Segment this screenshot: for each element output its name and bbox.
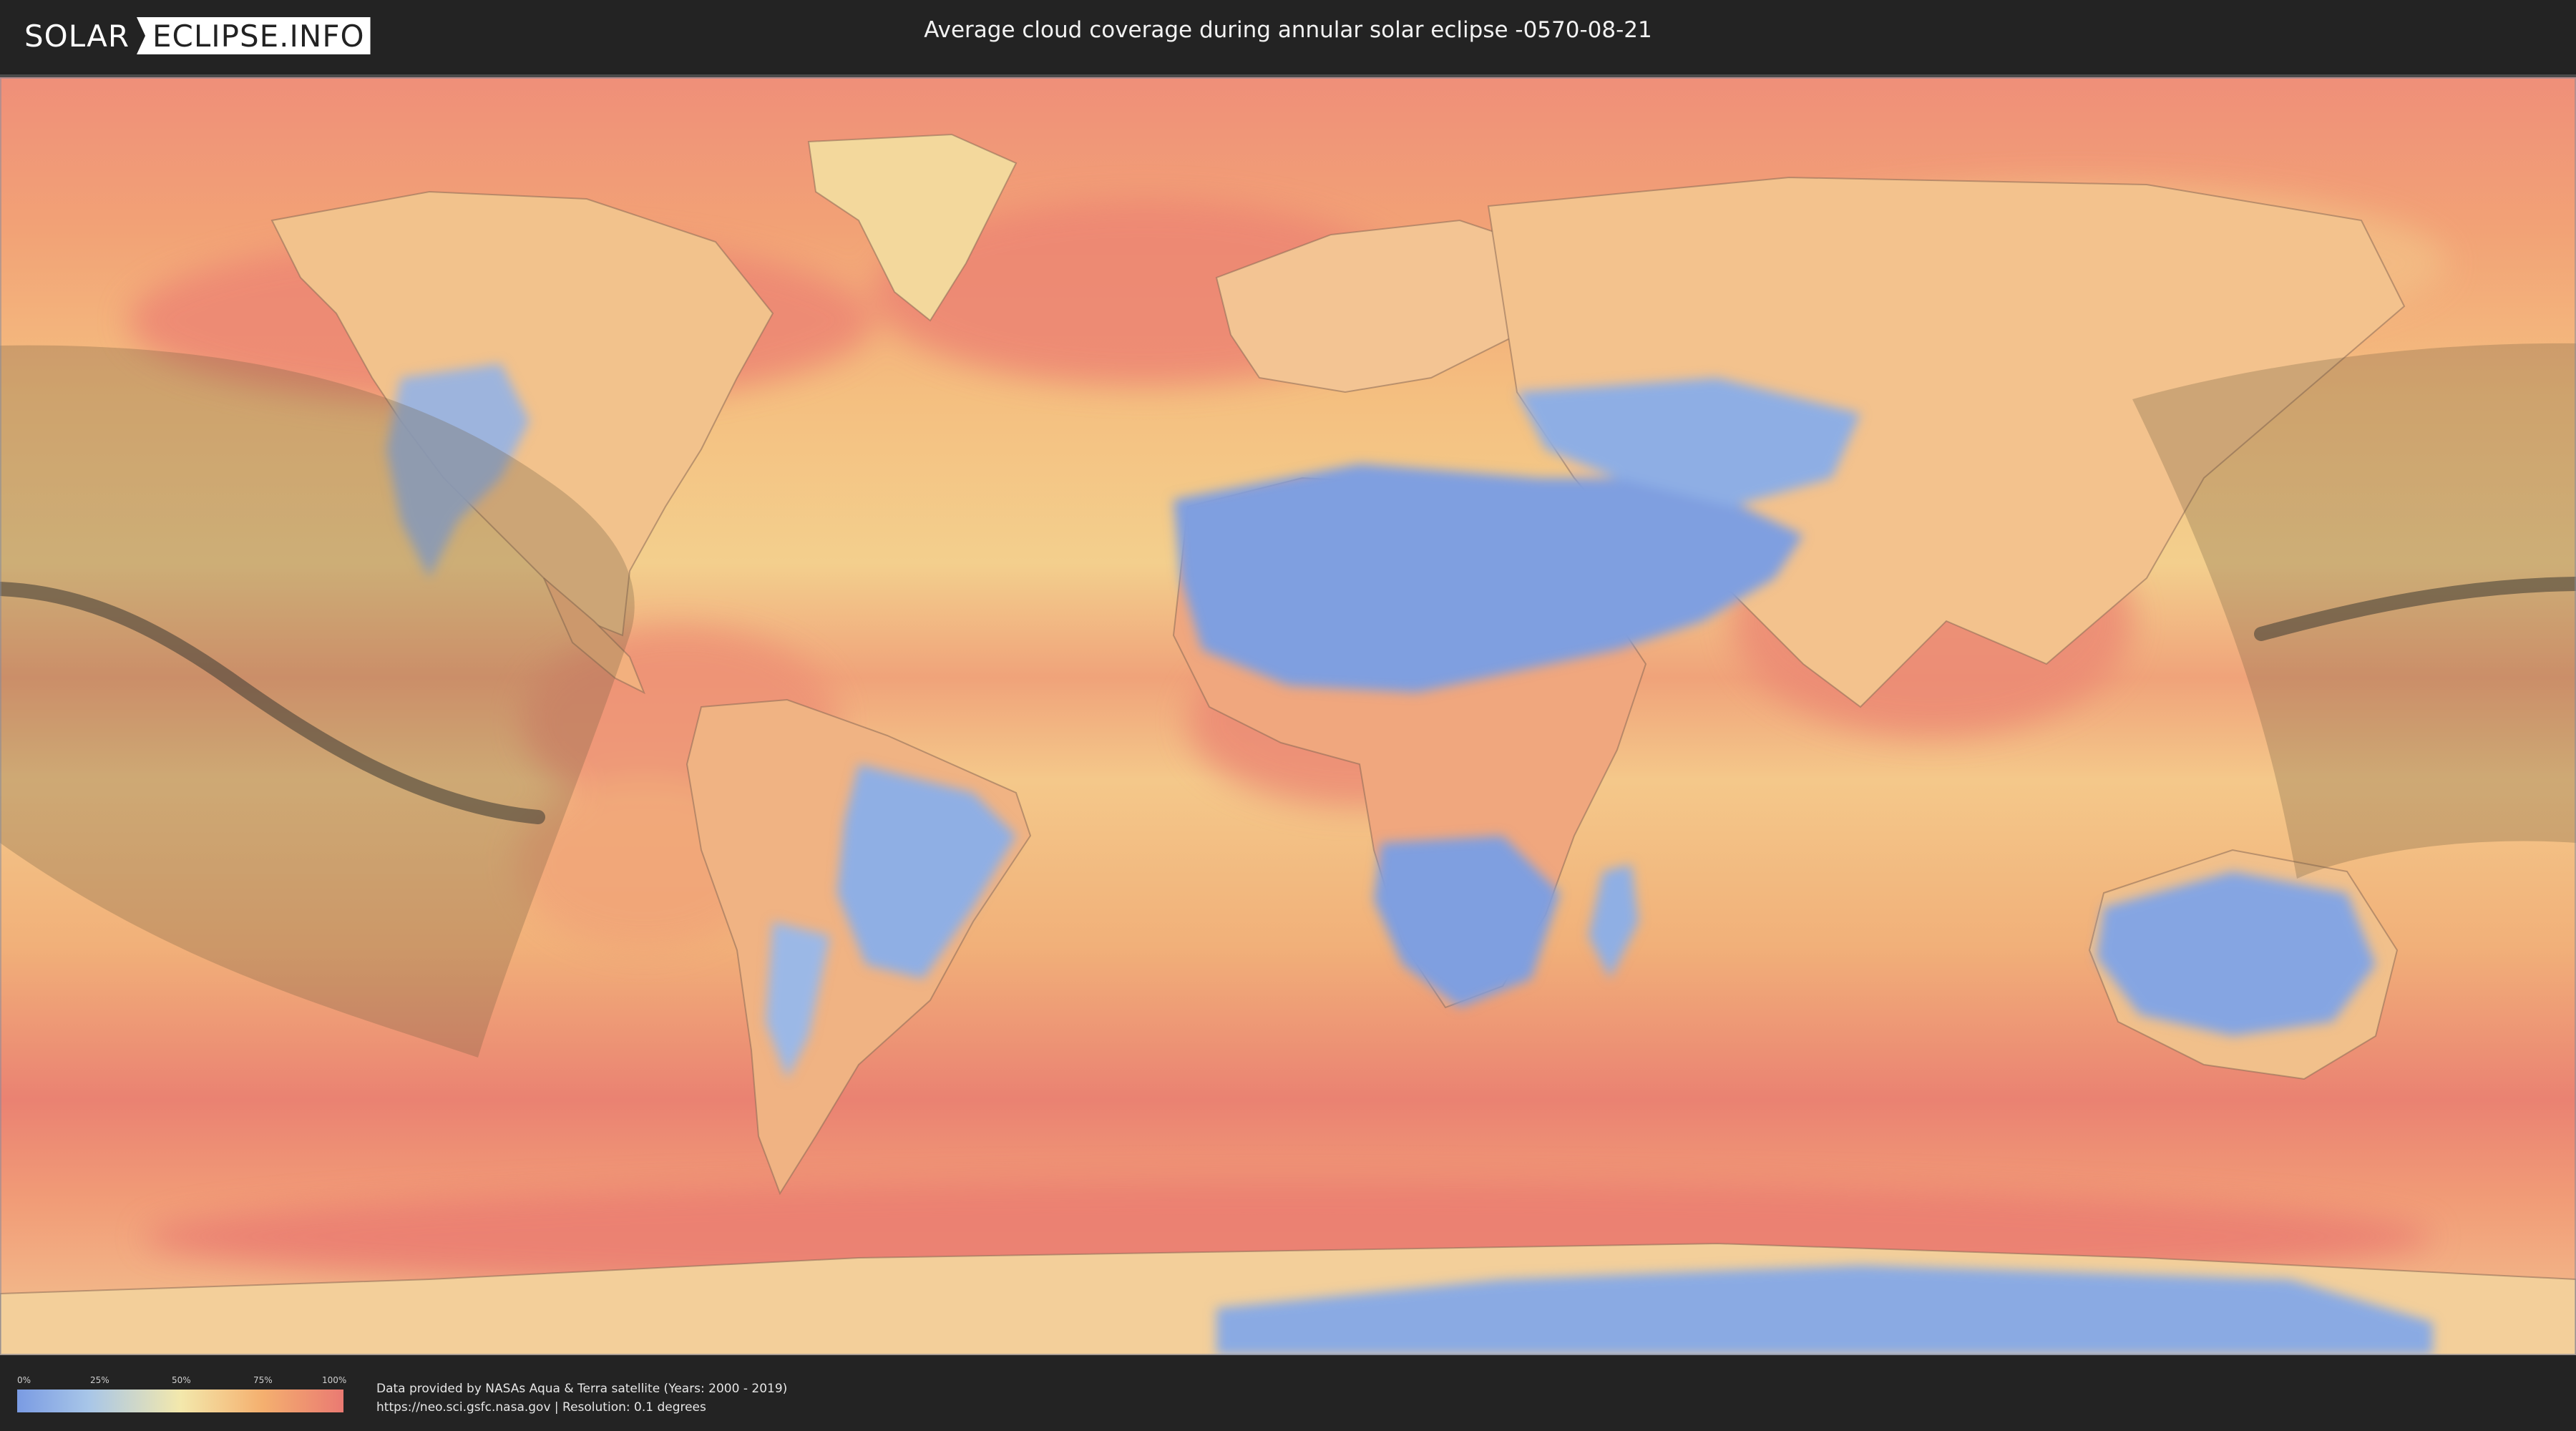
credits-line-source: Data provided by NASAs Aqua & Terra sate… — [376, 1382, 788, 1396]
header-bar: SOLAR ECLIPSE.INFO Average cloud coverag… — [0, 0, 2576, 72]
legend-tick-75: 75% — [253, 1375, 273, 1385]
footer-bar: 0% 25% 50% 75% 100% Data provided by NAS… — [0, 1355, 2576, 1431]
legend-color-bar — [17, 1390, 343, 1412]
cloud-coverage-legend: 0% 25% 50% 75% 100% — [17, 1375, 347, 1412]
legend-tick-25: 25% — [90, 1375, 109, 1385]
legend-tick-50: 50% — [172, 1375, 191, 1385]
legend-tick-0: 0% — [17, 1375, 31, 1385]
cloud-coverage-map[interactable] — [0, 74, 2576, 1355]
legend-ticks: 0% 25% 50% 75% 100% — [17, 1375, 347, 1388]
map-title: Average cloud coverage during annular so… — [924, 17, 1652, 43]
credits-line-url[interactable]: https://neo.sci.gsfc.nasa.gov | Resoluti… — [376, 1398, 787, 1417]
legend-tick-100: 100% — [322, 1375, 347, 1385]
data-credits: Data provided by NASAs Aqua & Terra sate… — [376, 1379, 787, 1417]
